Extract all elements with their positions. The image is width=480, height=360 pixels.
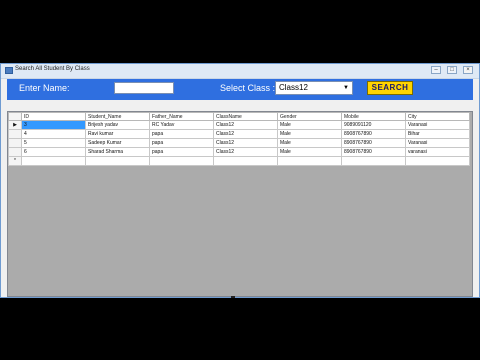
table-cell[interactable]: 6 xyxy=(21,147,86,157)
enter-name-label: Enter Name: xyxy=(19,83,70,93)
students-grid[interactable]: ID Student_Name Father_Name ClassName Ge… xyxy=(7,111,473,297)
table-cell[interactable]: Class12 xyxy=(213,120,278,130)
class-select-value: Class12 xyxy=(279,83,308,92)
row-header[interactable] xyxy=(8,147,22,157)
corner-header[interactable] xyxy=(8,112,22,121)
bottom-marker xyxy=(231,296,235,298)
table-cell[interactable]: Male xyxy=(277,138,342,148)
table-cell[interactable]: Class12 xyxy=(213,147,278,157)
table-cell[interactable]: Class12 xyxy=(213,138,278,148)
column-header[interactable]: ClassName xyxy=(213,112,278,121)
maximize-icon[interactable]: □ xyxy=(447,66,457,74)
table-cell[interactable] xyxy=(85,156,150,166)
column-header[interactable]: Father_Name xyxy=(149,112,214,121)
table-cell[interactable]: Sharad Sharma xyxy=(85,147,150,157)
column-header[interactable]: Student_Name xyxy=(85,112,150,121)
name-input[interactable] xyxy=(114,82,174,94)
header-row: ID Student_Name Father_Name ClassName Ge… xyxy=(8,112,470,121)
table-cell[interactable]: papa xyxy=(149,147,214,157)
table-row[interactable]: 5 Sadeep Kumar papa Class12 Male 8908767… xyxy=(8,138,470,148)
table-cell[interactable]: 8908767890 xyxy=(341,147,406,157)
new-row-icon[interactable]: * xyxy=(8,156,22,166)
minimize-icon[interactable]: – xyxy=(431,66,441,74)
table-cell[interactable]: Brijesh yadav xyxy=(85,120,150,130)
table-cell[interactable] xyxy=(149,156,214,166)
table-cell[interactable]: 3 xyxy=(21,120,86,130)
table-cell[interactable]: Varanasi xyxy=(405,138,470,148)
table-cell[interactable]: 9089091120 xyxy=(341,120,406,130)
new-row[interactable]: * xyxy=(8,156,470,166)
table-cell[interactable]: Male xyxy=(277,129,342,139)
table-row[interactable]: 4 Ravi kumar papa Class12 Male 890876789… xyxy=(8,129,470,139)
table-cell[interactable]: papa xyxy=(149,129,214,139)
current-row-indicator-icon[interactable]: ▶ xyxy=(8,120,22,130)
table-cell[interactable]: Ravi kumar xyxy=(85,129,150,139)
table-cell[interactable]: Varanasi xyxy=(405,120,470,130)
table-row[interactable]: ▶ 3 Brijesh yadav RC Yadav Class12 Male … xyxy=(8,120,470,130)
table-cell[interactable]: Male xyxy=(277,147,342,157)
app-icon xyxy=(5,67,13,74)
table-cell[interactable] xyxy=(213,156,278,166)
table-cell[interactable]: Male xyxy=(277,120,342,130)
table-cell[interactable]: papa xyxy=(149,138,214,148)
class-select[interactable]: Class12 ▼ xyxy=(275,81,353,95)
table-cell[interactable]: 4 xyxy=(21,129,86,139)
table-cell[interactable]: 5 xyxy=(21,138,86,148)
select-class-label: Select Class : xyxy=(220,83,276,93)
close-icon[interactable]: × xyxy=(463,66,473,74)
column-header[interactable]: Mobile xyxy=(341,112,406,121)
row-header[interactable] xyxy=(8,129,22,139)
column-header[interactable]: ID xyxy=(21,112,86,121)
table-cell[interactable]: 8908767890 xyxy=(341,138,406,148)
chevron-down-icon[interactable]: ▼ xyxy=(343,82,349,94)
row-header[interactable] xyxy=(8,138,22,148)
column-header[interactable]: Gender xyxy=(277,112,342,121)
table-cell[interactable]: Bihar xyxy=(405,129,470,139)
table-cell[interactable]: 8908767890 xyxy=(341,129,406,139)
table-cell[interactable] xyxy=(277,156,342,166)
table-cell[interactable] xyxy=(21,156,86,166)
students-table: ID Student_Name Father_Name ClassName Ge… xyxy=(8,112,470,166)
table-row[interactable]: 6 Sharad Sharma papa Class12 Male 890876… xyxy=(8,147,470,157)
table-cell[interactable]: RC Yadav xyxy=(149,120,214,130)
column-header[interactable]: City xyxy=(405,112,470,121)
table-cell[interactable]: varanasi xyxy=(405,147,470,157)
title-bar: Search All Student By Class – □ × xyxy=(1,64,479,79)
app-window: Search All Student By Class – □ × Enter … xyxy=(0,63,480,298)
table-cell[interactable] xyxy=(341,156,406,166)
search-header: Enter Name: Select Class : Class12 ▼ SEA… xyxy=(7,79,473,100)
search-button[interactable]: SEARCH xyxy=(367,81,413,95)
table-cell[interactable] xyxy=(405,156,470,166)
window-title: Search All Student By Class xyxy=(15,66,90,72)
table-cell[interactable]: Class12 xyxy=(213,129,278,139)
table-cell[interactable]: Sadeep Kumar xyxy=(85,138,150,148)
